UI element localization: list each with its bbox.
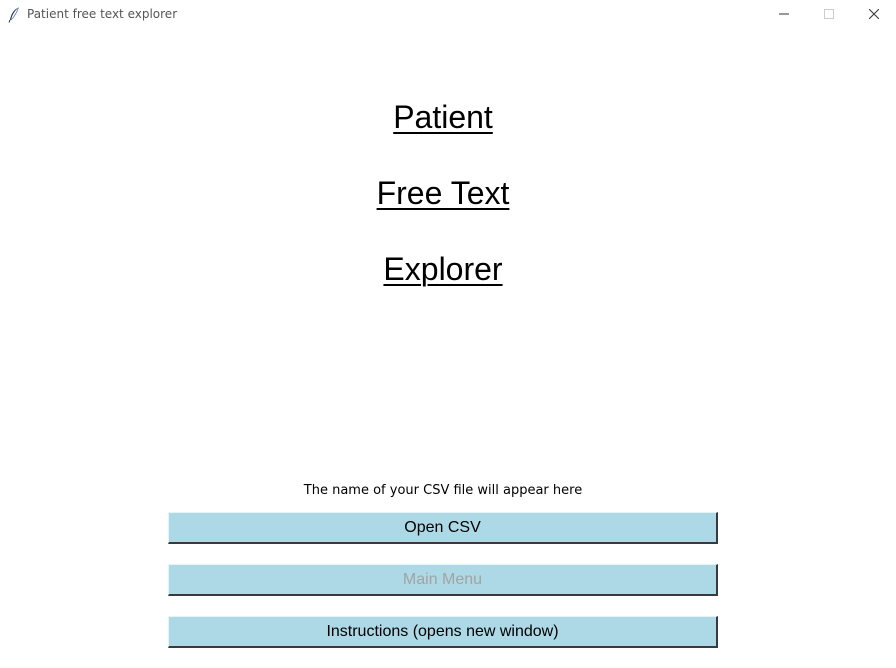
main-menu-button[interactable]: Main Menu <box>168 564 718 596</box>
feather-icon <box>8 7 20 23</box>
open-csv-button[interactable]: Open CSV <box>168 512 718 544</box>
minimize-button[interactable] <box>761 0 807 30</box>
window-title: Patient free text explorer <box>27 7 178 21</box>
minimize-icon <box>779 6 789 24</box>
title-bar[interactable]: Patient free text explorer <box>0 0 896 30</box>
close-button[interactable] <box>851 0 896 30</box>
heading-explorer: Explorer <box>383 251 503 287</box>
close-icon <box>868 6 880 24</box>
instructions-button[interactable]: Instructions (opens new window) <box>168 616 718 648</box>
maximize-button[interactable] <box>806 0 852 30</box>
csv-filename-label: The name of your CSV file will appear he… <box>303 483 583 498</box>
heading-patient: Patient <box>393 99 493 135</box>
heading-free-text: Free Text <box>376 175 510 211</box>
maximize-icon <box>824 6 834 24</box>
app-window: Patient free text explorer Patient Free … <box>0 0 896 668</box>
